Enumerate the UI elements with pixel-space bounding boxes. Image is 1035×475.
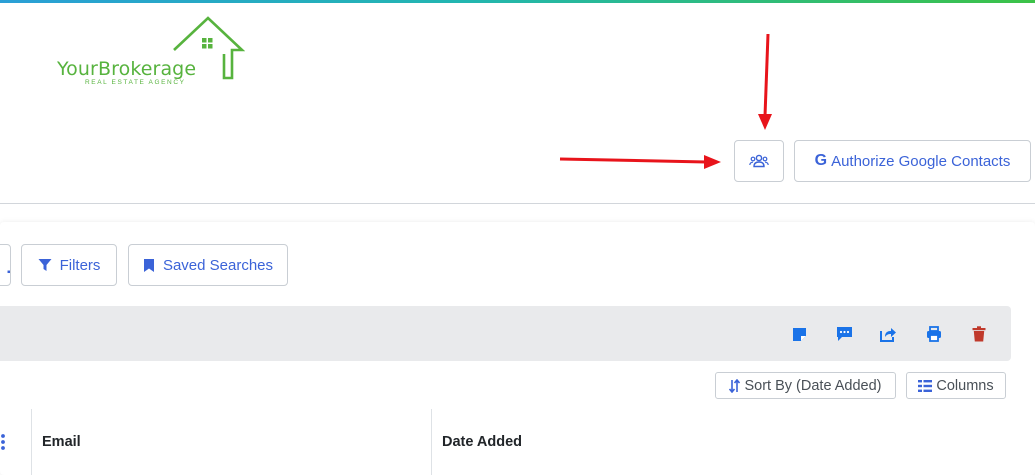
add-note-button[interactable] xyxy=(789,324,809,344)
note-icon xyxy=(792,327,806,341)
column-header-email[interactable]: Email xyxy=(42,434,81,450)
columns-label: Columns xyxy=(936,377,994,394)
annotation-arrow-right xyxy=(559,155,721,169)
partial-icon: ▪ xyxy=(7,267,11,278)
brand-name: YourBrokerage xyxy=(57,58,197,80)
send-message-button[interactable] xyxy=(834,324,854,344)
sort-by-button[interactable]: Sort By (Date Added) xyxy=(715,372,896,399)
filters-label: Filters xyxy=(59,256,101,274)
bulk-action-bar xyxy=(0,306,1011,361)
filter-icon xyxy=(38,258,52,272)
google-icon: G xyxy=(814,152,828,169)
share-button[interactable] xyxy=(878,324,898,344)
print-button[interactable] xyxy=(924,324,944,344)
share-icon xyxy=(880,328,896,342)
top-accent-bar xyxy=(0,0,1035,3)
filters-button[interactable]: Filters xyxy=(21,244,117,286)
users-icon xyxy=(749,154,769,168)
column-header-date-added[interactable]: Date Added xyxy=(442,434,522,450)
header-divider xyxy=(0,203,1035,204)
contacts-button[interactable] xyxy=(734,140,784,182)
saved-searches-label: Saved Searches xyxy=(162,256,274,274)
column-divider xyxy=(31,409,32,475)
authorize-google-contacts-button[interactable]: G Authorize Google Contacts xyxy=(794,140,1031,182)
columns-list-icon xyxy=(918,379,933,392)
column-divider xyxy=(431,409,432,475)
annotation-arrow-down xyxy=(758,33,772,130)
delete-button[interactable] xyxy=(969,324,989,344)
print-icon xyxy=(927,326,941,342)
message-icon xyxy=(836,327,852,341)
sort-by-label: Sort By (Date Added) xyxy=(744,377,882,394)
columns-button[interactable]: Columns xyxy=(906,372,1006,399)
authorize-google-contacts-label: Authorize Google Contacts xyxy=(831,152,1011,170)
saved-searches-button[interactable]: Saved Searches xyxy=(128,244,288,286)
brand-tagline: REAL ESTATE AGENCY xyxy=(85,79,186,86)
brand-logo[interactable]: YourBrokerage REAL ESTATE AGENCY xyxy=(55,14,255,90)
sort-icon xyxy=(729,378,741,393)
row-menu-icon[interactable] xyxy=(0,433,8,451)
partial-left-button[interactable]: ▪ xyxy=(0,244,11,286)
bookmark-icon xyxy=(143,258,155,273)
trash-icon xyxy=(972,326,986,342)
